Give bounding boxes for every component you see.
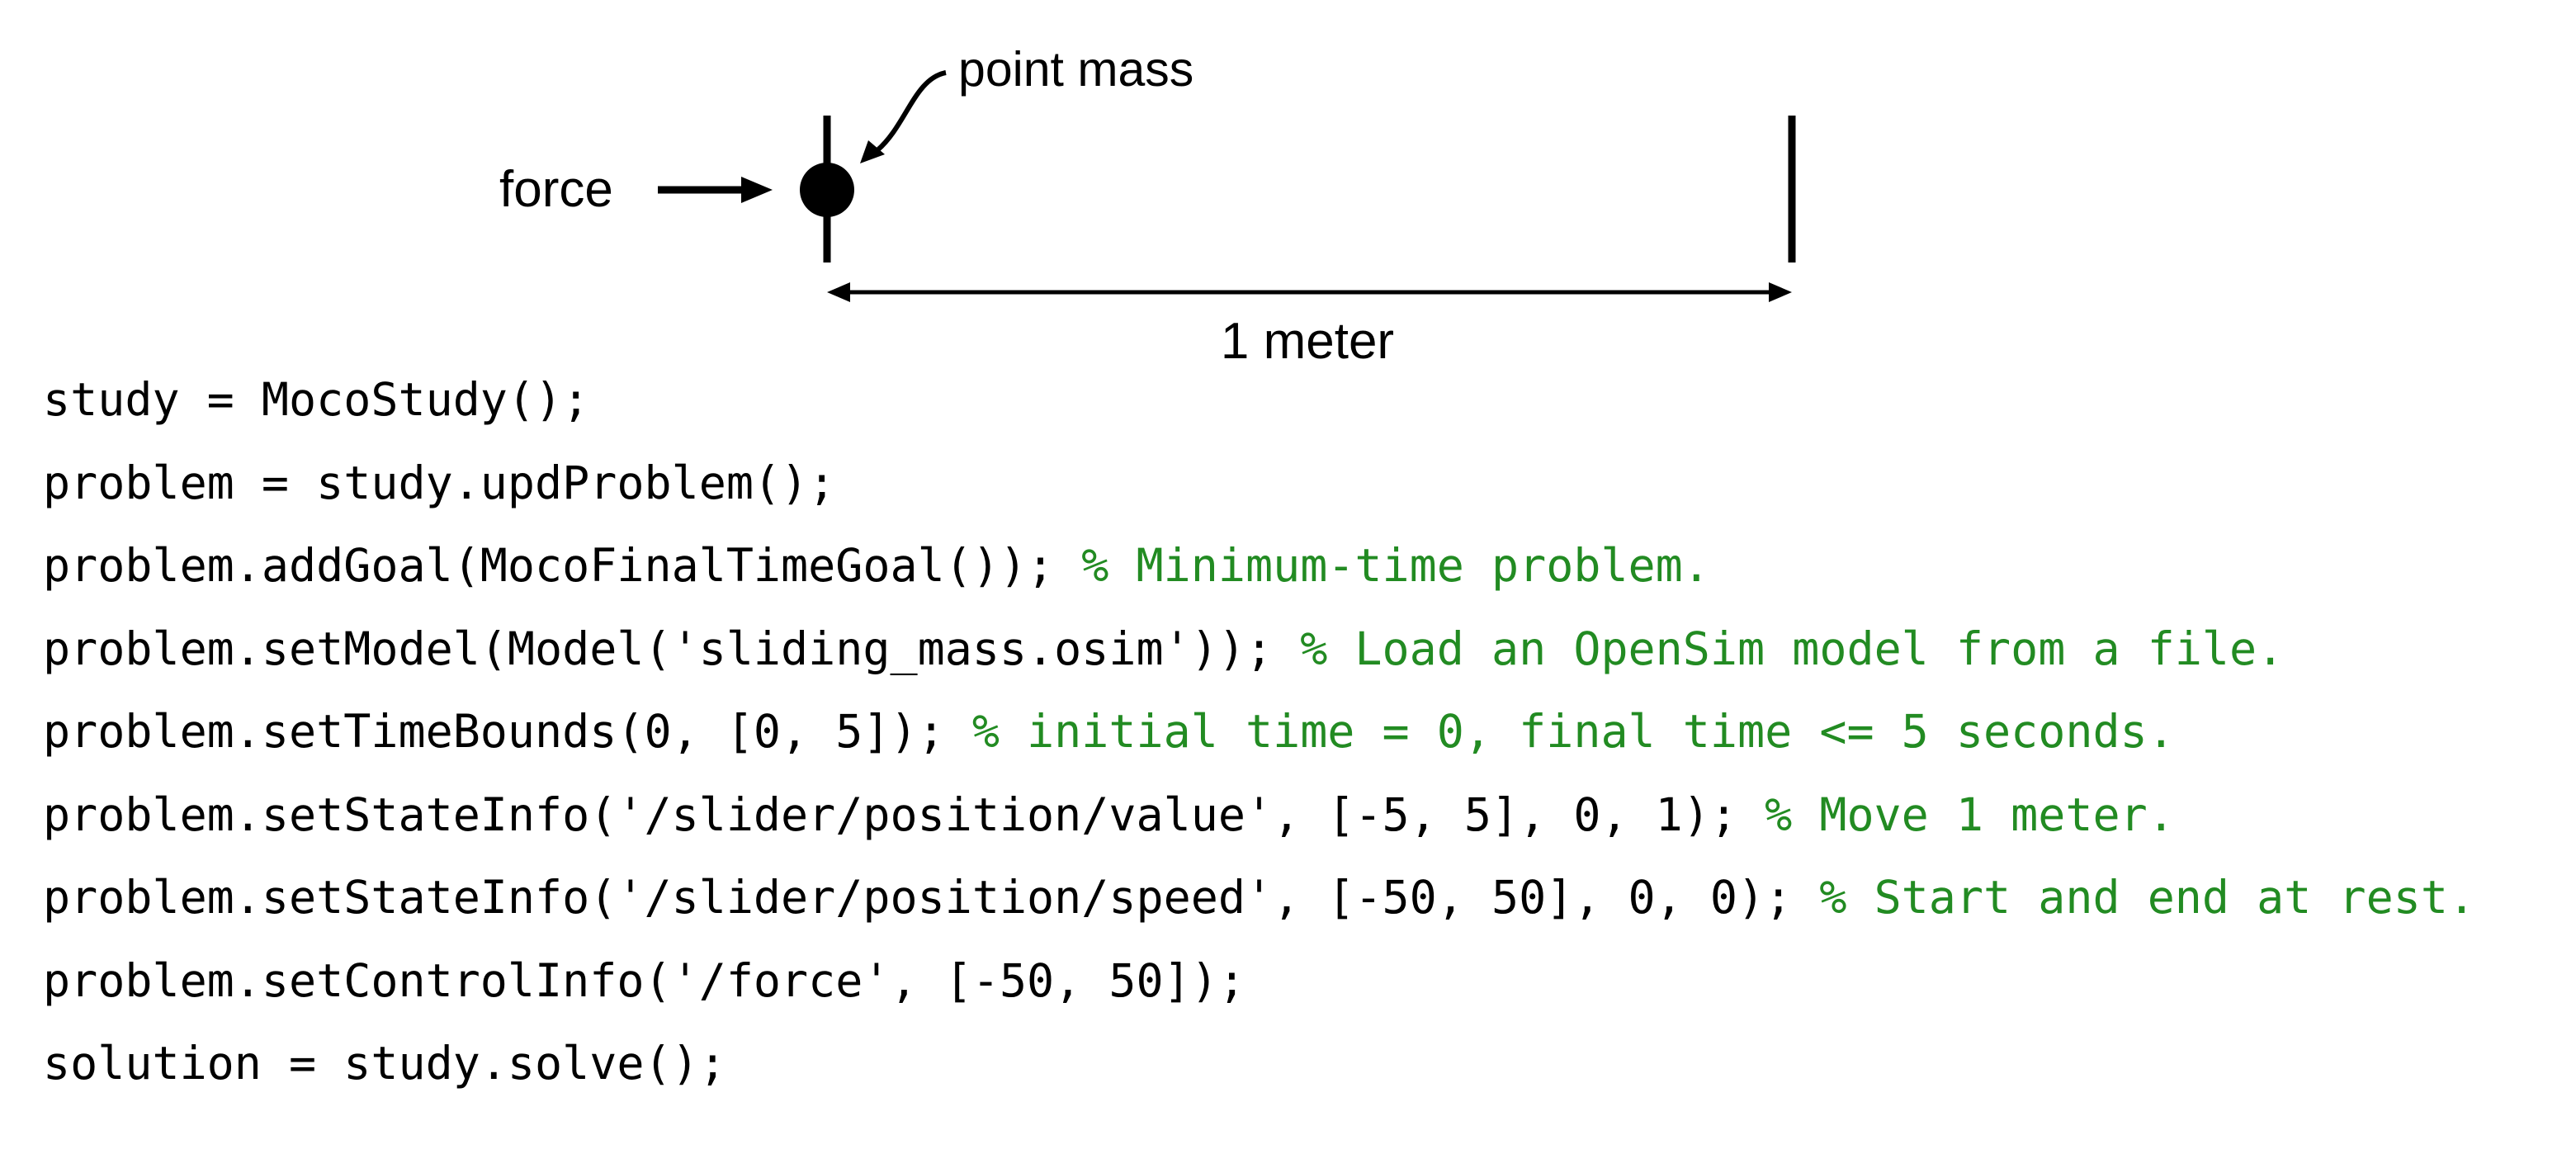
- point-mass-pointer: [876, 70, 947, 153]
- point-mass-label: point mass: [958, 42, 1193, 97]
- distance-arrowhead-right: [1769, 282, 1792, 302]
- code-statement: problem.setStateInfo('/slider/position/v…: [43, 787, 1765, 841]
- code-line: problem.addGoal(MocoFinalTimeGoal()); % …: [43, 536, 2475, 619]
- force-arrowhead: [741, 177, 773, 203]
- code-comment: % Start and end at rest.: [1819, 871, 2476, 924]
- code-comment: % initial time = 0, final time <= 5 seco…: [971, 705, 2175, 758]
- code-statement: study = MocoStudy();: [43, 373, 590, 426]
- code-comment: % Move 1 meter.: [1765, 787, 2175, 841]
- distance-label: 1 meter: [1221, 313, 1394, 370]
- code-statement: problem.setTimeBounds(0, [0, 5]);: [43, 705, 972, 758]
- code-line: problem.setStateInfo('/slider/position/v…: [43, 785, 2475, 868]
- code-statement: problem.setModel(Model('sliding_mass.osi…: [43, 622, 1301, 675]
- code-line: problem.setModel(Model('sliding_mass.osi…: [43, 619, 2475, 702]
- point-mass: [800, 163, 854, 217]
- distance-arrowhead-left: [827, 282, 850, 302]
- code-statement: problem.addGoal(MocoFinalTimeGoal());: [43, 539, 1082, 592]
- matlab-code-block: study = MocoStudy(); problem = study.updP…: [43, 370, 2475, 1117]
- code-line: problem.setTimeBounds(0, [0, 5]); % init…: [43, 702, 2475, 785]
- code-comment: % Load an OpenSim model from a file.: [1300, 622, 2285, 675]
- code-statement: problem.setStateInfo('/slider/position/s…: [43, 871, 1820, 924]
- code-statement: solution = study.solve();: [43, 1037, 726, 1090]
- code-line: problem.setControlInfo('/force', [-50, 5…: [43, 951, 2475, 1034]
- code-line: study = MocoStudy();: [43, 370, 2475, 453]
- code-comment: % Minimum-time problem.: [1081, 539, 1710, 592]
- sliding-mass-diagram: point mass force 1 meter: [499, 42, 1796, 370]
- code-statement: problem.setControlInfo('/force', [-50, 5…: [43, 953, 1245, 1007]
- code-line: problem.setStateInfo('/slider/position/s…: [43, 868, 2475, 951]
- code-line: problem = study.updProblem();: [43, 453, 2475, 537]
- code-statement: problem = study.updProblem();: [43, 456, 836, 509]
- force-label: force: [499, 161, 613, 218]
- code-line: solution = study.solve();: [43, 1033, 2475, 1117]
